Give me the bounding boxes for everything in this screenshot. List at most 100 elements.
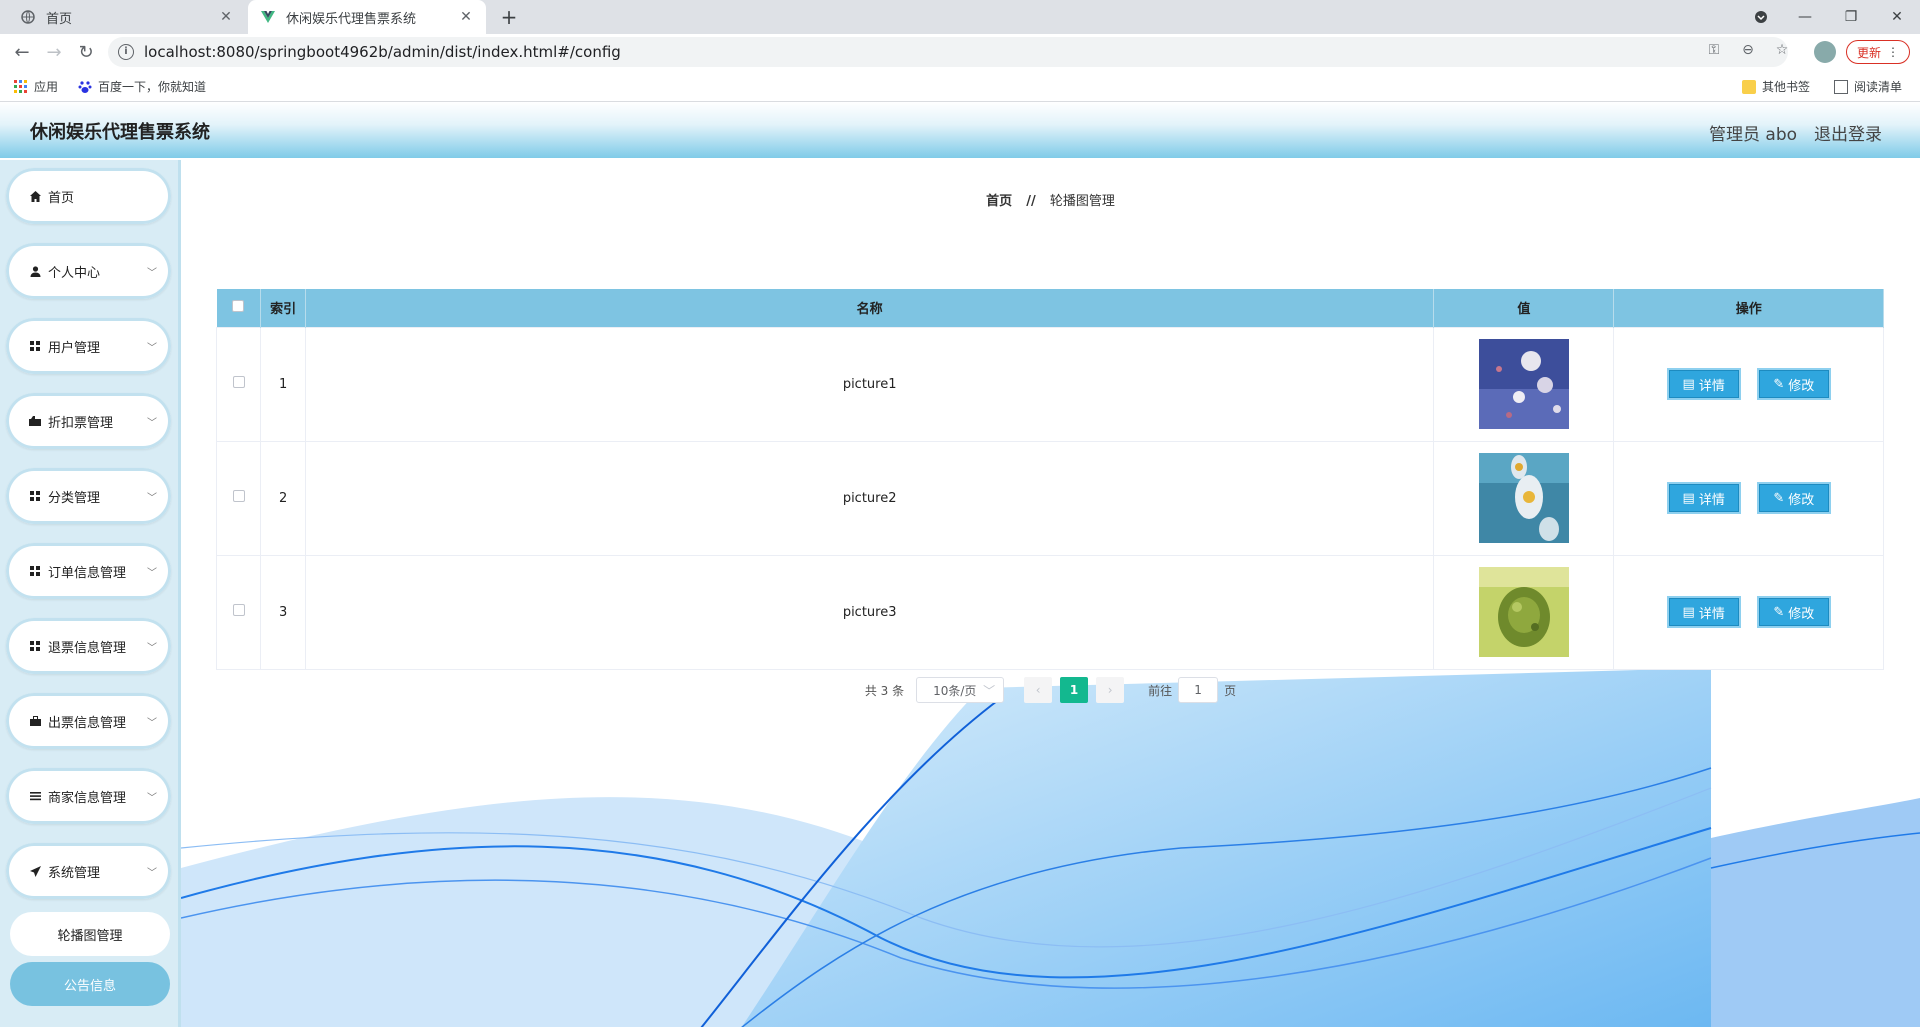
restore-icon[interactable]: ❐ — [1828, 0, 1874, 34]
avatar[interactable] — [1814, 41, 1836, 63]
goto-page: 前往 1 页 — [1148, 677, 1236, 703]
vue-logo-icon — [260, 9, 276, 25]
grid-icon — [28, 641, 42, 651]
sidebar-item-orders[interactable]: 订单信息管理 ﹀ — [6, 543, 171, 599]
new-tab-icon[interactable]: + — [498, 6, 520, 28]
document-icon: ▤ — [1682, 376, 1695, 392]
sidebar-item-label: 系统管理 — [48, 865, 101, 881]
edit-pen-icon: ✎ — [1773, 376, 1785, 392]
detail-button[interactable]: ▤ 详情 — [1666, 482, 1741, 514]
forward-icon[interactable]: → — [42, 40, 66, 64]
sidebar-item-label: 商家信息管理 — [48, 790, 127, 806]
sidebar-item-label: 出票信息管理 — [48, 715, 127, 731]
app-header: 休闲娱乐代理售票系统 管理员 abo 退出登录 — [0, 102, 1920, 158]
table-row: 3 picture3 ▤ 详情 ✎ 修改 — [215, 554, 1884, 670]
browser-tab-bar: 首页 ✕ 休闲娱乐代理售票系统 ✕ + — ❐ ✕ — [0, 0, 1920, 34]
sidebar-subitem-label: 公告信息 — [63, 978, 116, 994]
row-name: picture2 — [305, 440, 1435, 556]
sidebar-subitem-label: 轮播图管理 — [57, 928, 123, 944]
globe-icon — [20, 9, 36, 25]
breadcrumb-current: 轮播图管理 — [1049, 194, 1115, 209]
row-index: 1 — [260, 326, 307, 442]
apps-grid-icon — [14, 79, 28, 94]
zoom-icon[interactable]: ⊖ — [1738, 40, 1758, 60]
sidebar-item-label: 折扣票管理 — [48, 415, 114, 431]
row-name: picture1 — [305, 326, 1435, 442]
sidebar-subitem-carousel[interactable]: 轮播图管理 — [10, 912, 170, 956]
url-field[interactable]: i localhost:8080/springboot4962b/admin/d… — [108, 37, 1788, 67]
prev-page-button[interactable]: ‹ — [1024, 677, 1053, 703]
page-size-select[interactable]: 10条/页 ﹀ — [916, 677, 1005, 703]
baidu-paw-icon — [78, 80, 92, 94]
row-checkbox[interactable] — [232, 376, 245, 388]
chevron-down-icon: ﹀ — [147, 267, 157, 279]
chevron-down-icon: ﹀ — [147, 492, 157, 504]
sidebar-item-home[interactable]: 首页 — [6, 168, 171, 224]
goto-page-input[interactable]: 1 — [1178, 677, 1219, 703]
key-icon[interactable]: ⚿ — [1704, 40, 1724, 60]
wave-background-image — [181, 668, 1920, 1027]
bookmarks-bar: 应用 百度一下，你就知道 其他书签 阅读清单 — [0, 70, 1920, 102]
detail-button[interactable]: ▤ 详情 — [1666, 596, 1741, 628]
chevron-down-icon: ﹀ — [147, 567, 157, 579]
star-icon[interactable]: ☆ — [1772, 40, 1792, 60]
minimize-icon[interactable]: — — [1782, 0, 1828, 34]
edit-button[interactable]: ✎ 修改 — [1756, 596, 1831, 628]
thumbnail-image — [1478, 567, 1569, 657]
bookmark-baidu[interactable]: 百度一下，你就知道 — [78, 78, 206, 95]
sidebar-item-profile[interactable]: 个人中心 ﹀ — [6, 243, 171, 299]
window-close-icon[interactable]: ✕ — [1874, 0, 1920, 34]
bookmark-apps[interactable]: 应用 — [14, 78, 58, 95]
sidebar-item-system[interactable]: 系统管理 ﹀ — [6, 843, 171, 899]
edit-label: 修改 — [1788, 378, 1815, 394]
page-number-current[interactable]: 1 — [1060, 677, 1089, 703]
sidebar-item-label: 首页 — [48, 190, 75, 206]
select-all-checkbox[interactable] — [232, 299, 245, 312]
sidebar-item-merchants[interactable]: 商家信息管理 ﹀ — [6, 768, 171, 824]
edit-button[interactable]: ✎ 修改 — [1756, 368, 1831, 400]
chevron-down-icon: ﹀ — [147, 417, 157, 429]
column-header-value: 值 — [1433, 289, 1615, 327]
column-header-name: 名称 — [305, 289, 1435, 327]
sidebar-item-ticketing[interactable]: 出票信息管理 ﹀ — [6, 693, 171, 749]
ticket-icon — [28, 416, 42, 426]
next-page-button[interactable]: › — [1096, 677, 1125, 703]
sidebar-item-discount-tickets[interactable]: 折扣票管理 ﹀ — [6, 393, 171, 449]
bookmark-other[interactable]: 其他书签 — [1742, 78, 1810, 95]
bookmark-label: 阅读清单 — [1854, 80, 1903, 94]
close-icon[interactable]: ✕ — [218, 9, 234, 25]
tab-search-icon[interactable] — [1738, 0, 1784, 34]
browser-tab-active[interactable]: 休闲娱乐代理售票系统 ✕ — [248, 0, 486, 34]
edit-button[interactable]: ✎ 修改 — [1756, 482, 1831, 514]
back-icon[interactable]: ← — [10, 40, 34, 64]
update-label: 更新 — [1856, 45, 1881, 60]
table-header-row: 索引 名称 值 操作 — [216, 289, 1884, 327]
send-icon — [28, 865, 42, 877]
address-bar-row: ← → ↻ i localhost:8080/springboot4962b/a… — [0, 34, 1920, 70]
sidebar-item-refunds[interactable]: 退票信息管理 ﹀ — [6, 618, 171, 674]
row-checkbox[interactable] — [232, 604, 245, 616]
update-button[interactable]: 更新 ⋮ — [1846, 40, 1910, 64]
breadcrumb-home[interactable]: 首页 — [986, 194, 1012, 209]
browser-tab-home[interactable]: 首页 ✕ — [8, 0, 246, 34]
edit-label: 修改 — [1788, 606, 1815, 622]
close-icon[interactable]: ✕ — [458, 9, 474, 25]
home-icon — [28, 190, 42, 202]
folder-icon — [1742, 79, 1756, 94]
grid-icon — [28, 491, 42, 501]
sidebar-subitem-announcements[interactable]: 公告信息 — [10, 962, 170, 1006]
detail-button[interactable]: ▤ 详情 — [1666, 368, 1741, 400]
sidebar-item-categories[interactable]: 分类管理 ﹀ — [6, 468, 171, 524]
more-vert-icon: ⋮ — [1887, 45, 1899, 59]
detail-label: 详情 — [1698, 378, 1725, 394]
sidebar-item-users[interactable]: 用户管理 ﹀ — [6, 318, 171, 374]
logout-link[interactable]: 退出登录 — [1814, 120, 1882, 145]
edit-pen-icon: ✎ — [1773, 490, 1785, 506]
row-checkbox[interactable] — [232, 490, 245, 502]
reload-icon[interactable]: ↻ — [74, 40, 98, 64]
bookmark-reading-list[interactable]: 阅读清单 — [1834, 78, 1902, 95]
main-content: 首页 // 轮播图管理 索引 名称 值 操作 1 picture1 ▤ 详情 ✎… — [181, 160, 1920, 1027]
thumbnail-image — [1478, 453, 1569, 543]
site-info-icon[interactable]: i — [118, 44, 134, 60]
reading-list-icon — [1834, 79, 1848, 94]
